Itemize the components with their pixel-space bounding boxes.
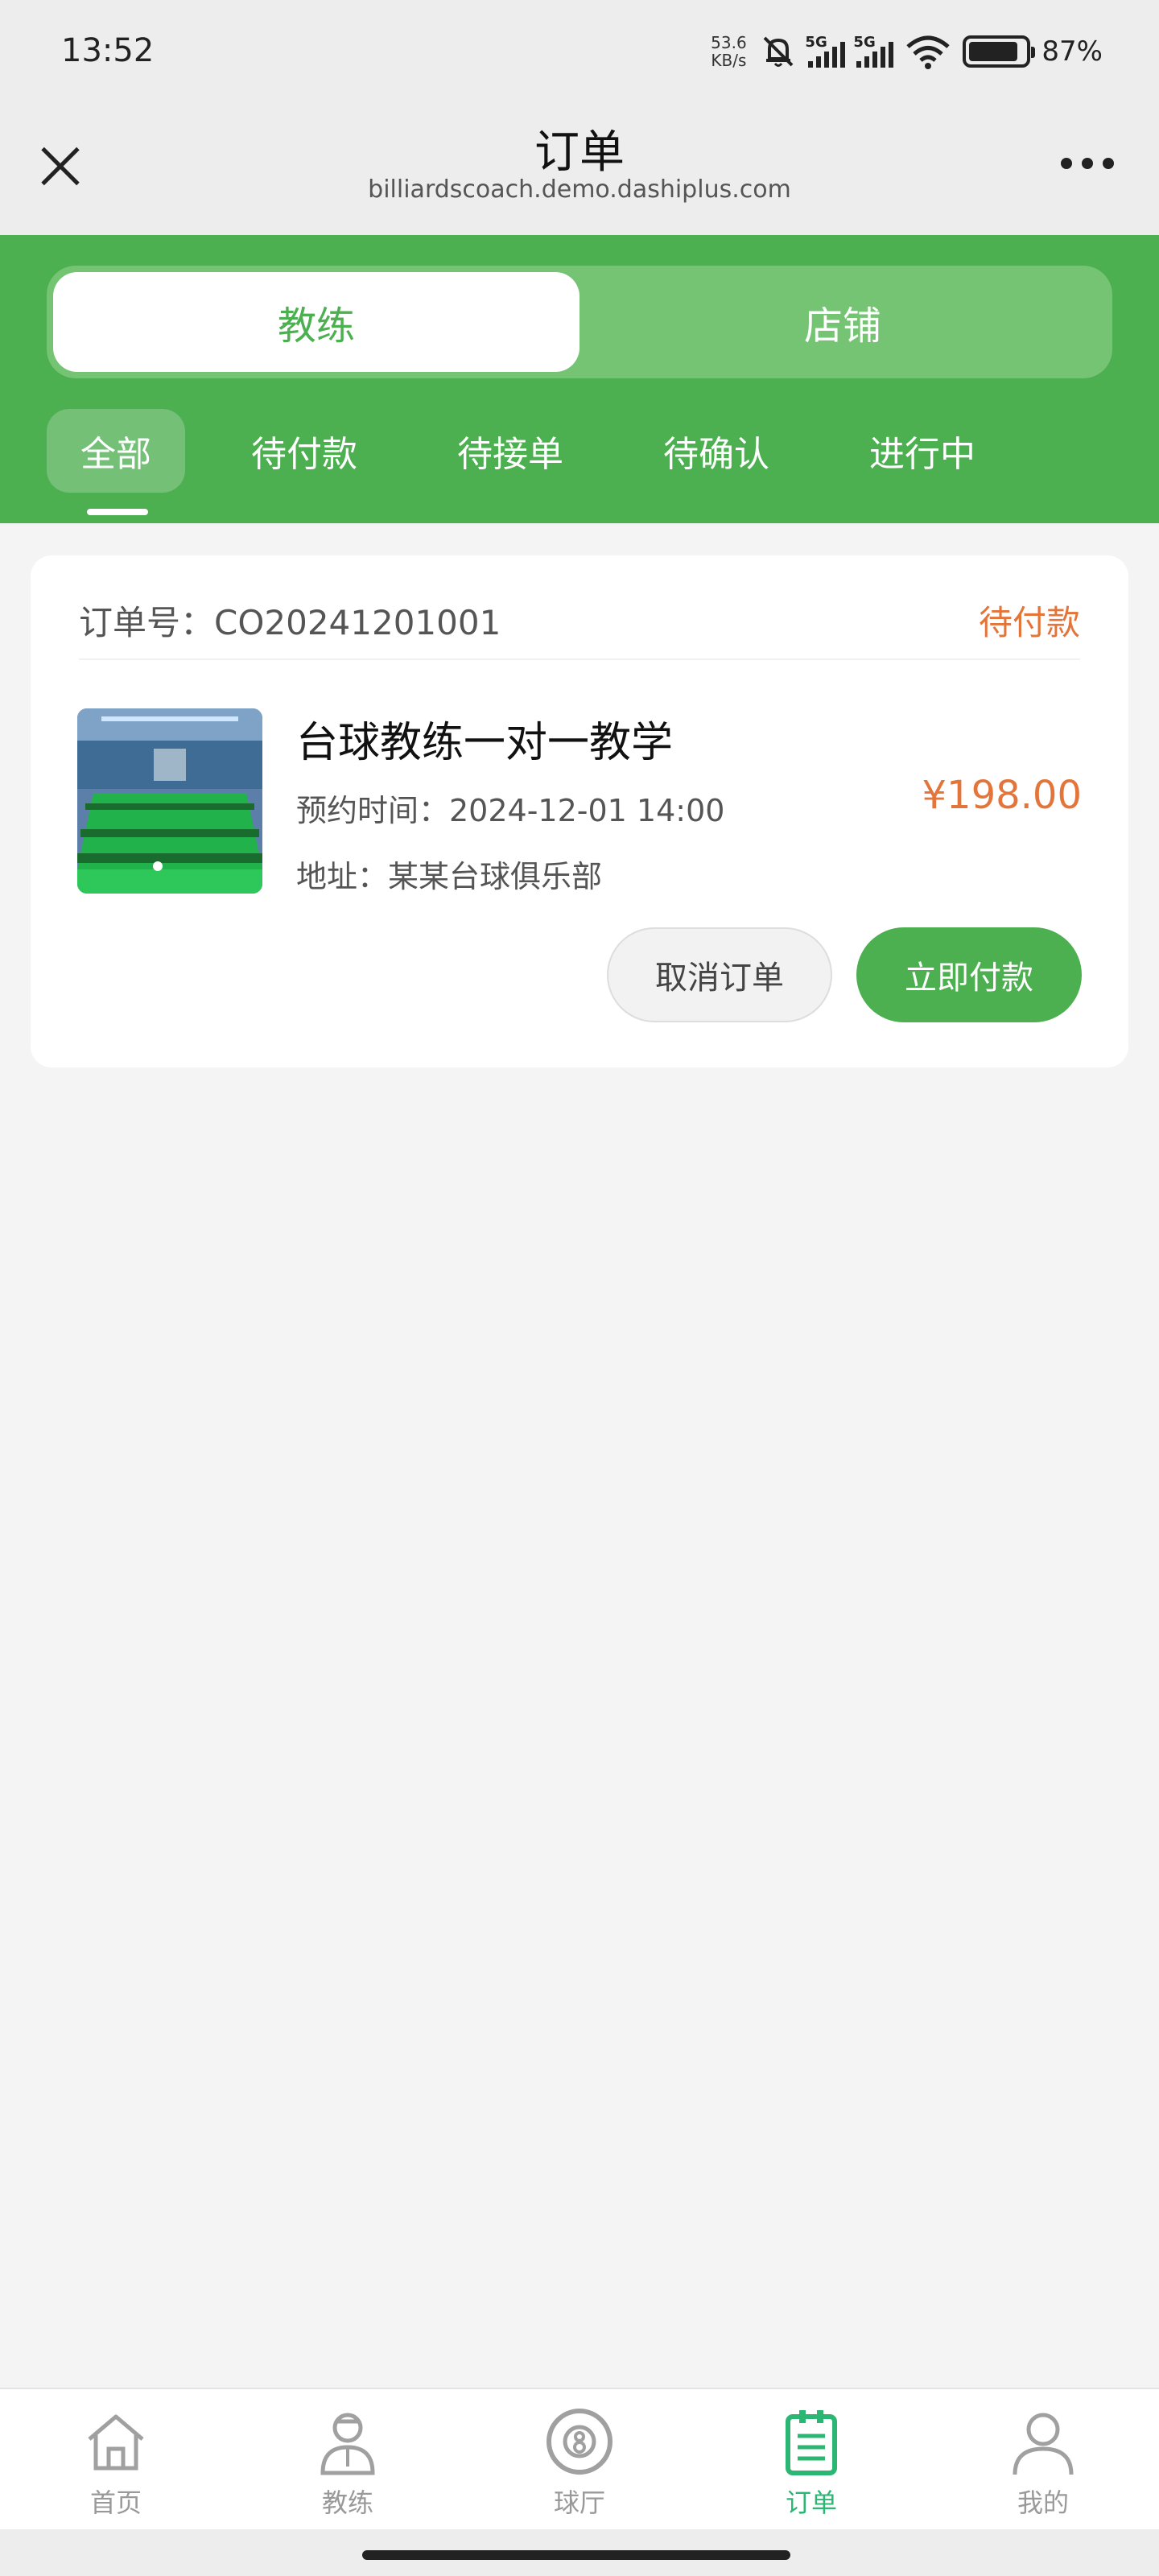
clipboard-icon <box>786 2410 837 2475</box>
status-time: 13:52 <box>61 32 155 69</box>
battery-percent: 87% <box>1041 35 1103 68</box>
page-title: 订单 <box>534 126 625 179</box>
tab-pending-payment[interactable]: 待付款 <box>217 409 391 493</box>
orders-header: 教练 店铺 全部 待付款 待接单 待确认 进行中 <box>0 235 1159 523</box>
order-status: 待付款 <box>978 603 1080 642</box>
segment-control: 教练 店铺 <box>47 266 1112 378</box>
signal-tag: 5G <box>853 34 876 51</box>
address: 地址：某某台球俱乐部 <box>296 859 603 894</box>
tab-label: 进行中 <box>869 434 975 475</box>
home-indicator-area <box>0 2529 1159 2576</box>
tab-label: 待确认 <box>663 434 769 475</box>
tab-label: 待付款 <box>251 434 357 475</box>
tabbar-home[interactable]: 首页 <box>0 2389 232 2531</box>
tab-label: 待接单 <box>457 434 563 475</box>
tabbar-orders-label: 订单 <box>785 2487 837 2518</box>
appointment-time: 预约时间：2024-12-01 14:00 <box>296 793 725 828</box>
tabbar-home-label: 首页 <box>89 2487 142 2518</box>
page-url: billiardscoach.demo.dashiplus.com <box>368 175 791 204</box>
network-speed-value: 53.6 <box>711 33 747 52</box>
coach-icon <box>320 2413 375 2475</box>
nav-header: 订单 billiardscoach.demo.dashiplus.com <box>0 105 1159 235</box>
battery-icon <box>963 35 1036 68</box>
billiard-ball-icon <box>547 2409 612 2475</box>
service-title: 台球教练一对一教学 <box>296 719 674 767</box>
tab-label: 全部 <box>80 434 151 475</box>
tabbar-coach[interactable]: 教练 <box>232 2389 464 2531</box>
home-icon <box>88 2414 144 2471</box>
signal-tag: 5G <box>805 34 827 51</box>
bottom-tab-bar: 首页 教练 球厅 订单 我的 <box>0 2388 1159 2529</box>
tabbar-orders[interactable]: 订单 <box>695 2389 927 2531</box>
pay-now-button[interactable]: 立即付款 <box>856 927 1082 1022</box>
signal-5g-icon: 5G <box>853 34 894 68</box>
order-status-tabs: 全部 待付款 待接单 待确认 进行中 <box>47 409 1041 515</box>
user-icon <box>1013 2413 1074 2475</box>
tab-pending-accept[interactable]: 待接单 <box>423 409 597 493</box>
battery-fill <box>969 42 1017 61</box>
close-icon[interactable] <box>35 143 80 188</box>
signal-5g-icon: 5G <box>805 34 846 68</box>
tabbar-hall-label: 球厅 <box>553 2487 605 2518</box>
status-bar: 13:52 53.6 KB/s 5G 5G 87% <box>0 0 1159 105</box>
billiard-hall-thumbnail <box>77 708 262 894</box>
order-card-header: 订单号：CO20241201001 待付款 <box>79 596 1080 660</box>
order-card[interactable]: 订单号：CO20241201001 待付款 台球教练一对一教学 预约时间：202… <box>31 555 1128 1067</box>
segment-coach[interactable]: 教练 <box>53 272 580 372</box>
tab-in-progress[interactable]: 进行中 <box>835 409 1009 493</box>
cancel-order-button[interactable]: 取消订单 <box>607 927 832 1022</box>
bell-muted-icon <box>764 36 794 67</box>
segment-shop[interactable]: 店铺 <box>580 272 1106 372</box>
tabbar-mine-label: 我的 <box>1017 2487 1069 2518</box>
tabbar-mine[interactable]: 我的 <box>927 2389 1159 2531</box>
network-speed-unit: KB/s <box>711 51 747 70</box>
order-price: ¥198.00 <box>922 773 1083 818</box>
tabbar-coach-label: 教练 <box>321 2487 373 2518</box>
more-icon[interactable] <box>1061 158 1114 169</box>
tabbar-hall[interactable]: 球厅 <box>464 2389 695 2531</box>
status-icons: 53.6 KB/s 5G 5G 87% <box>708 29 1103 74</box>
tab-all[interactable]: 全部 <box>47 409 185 515</box>
network-speed: 53.6 KB/s <box>708 34 749 69</box>
wifi-icon <box>906 35 951 69</box>
order-number: 订单号：CO20241201001 <box>79 603 501 642</box>
tab-active-indicator <box>87 509 148 515</box>
home-indicator[interactable] <box>362 2550 790 2560</box>
tab-pending-confirm[interactable]: 待确认 <box>629 409 803 493</box>
